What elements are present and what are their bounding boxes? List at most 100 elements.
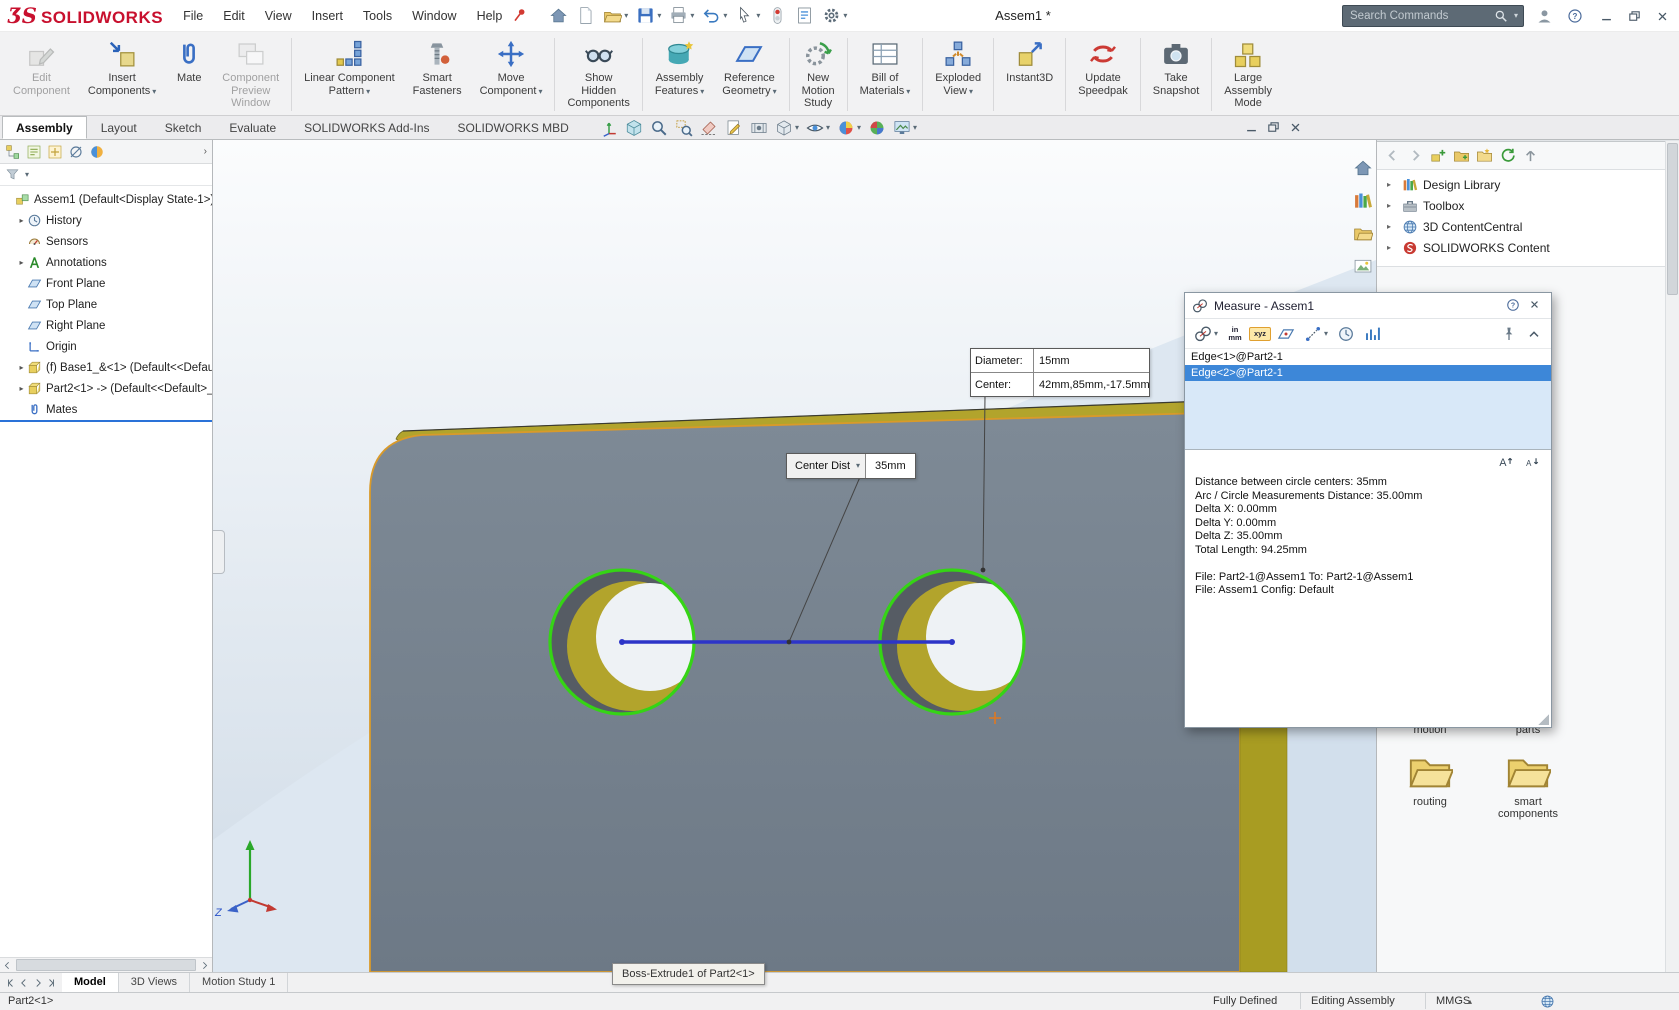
tree-item-assem1[interactable]: Assem1 (Default<Display State-1>) bbox=[0, 189, 212, 210]
part-front-face[interactable] bbox=[370, 412, 1240, 972]
bill-of-materials-button[interactable]: Bill of Materials▾ bbox=[852, 34, 919, 115]
propertymanager-icon[interactable] bbox=[26, 144, 42, 160]
assembly-features-button[interactable]: Assembly Features▾ bbox=[647, 34, 712, 115]
new-motion-study-button[interactable]: New Motion Study bbox=[794, 34, 843, 115]
measure-dialog-titlebar[interactable]: Measure - Assem1 ? bbox=[1185, 293, 1551, 319]
taskpane-item-toolbox[interactable]: ▸Toolbox bbox=[1377, 195, 1679, 216]
tab-evaluate[interactable]: Evaluate bbox=[215, 116, 290, 139]
nav-prev-icon[interactable] bbox=[18, 977, 30, 989]
select-button[interactable]: ▾ bbox=[732, 4, 763, 27]
search-caret-icon[interactable]: ▾ bbox=[1514, 12, 1518, 20]
tree-item-mates[interactable]: Mates bbox=[0, 399, 212, 422]
feature-tree-filter[interactable]: ▾ bbox=[0, 164, 212, 186]
film-button[interactable] bbox=[748, 118, 770, 138]
center-dist-dropdown[interactable]: Center Dist ▾ bbox=[787, 454, 866, 478]
scrollbar-thumb[interactable] bbox=[1667, 143, 1678, 295]
mate-button[interactable]: Mate bbox=[166, 34, 212, 115]
create-sensor-button[interactable] bbox=[1361, 322, 1385, 346]
units-caret-icon[interactable]: ▴ bbox=[1468, 997, 1472, 1006]
expand-arrow-icon[interactable]: ▸ bbox=[1387, 222, 1397, 231]
feature-tree-hscrollbar[interactable] bbox=[0, 957, 212, 972]
doc-window-close-icon[interactable] bbox=[1288, 120, 1303, 135]
units-button[interactable]: in mm bbox=[1224, 323, 1246, 345]
font-decrease-icon[interactable]: A bbox=[1524, 454, 1541, 471]
status-units-selector[interactable]: MMGS bbox=[1425, 993, 1470, 1009]
menu-view[interactable]: View bbox=[255, 0, 302, 32]
open-document-button[interactable]: ▾ bbox=[600, 4, 631, 27]
sketch-button[interactable] bbox=[723, 118, 745, 138]
insert-components-button[interactable]: Insert Components▾ bbox=[80, 34, 164, 115]
point-to-point-button[interactable]: ▾ bbox=[1301, 322, 1331, 346]
appearances-button[interactable]: ▾ bbox=[835, 118, 863, 138]
dialog-close-icon[interactable] bbox=[1528, 298, 1544, 314]
fm-tabs-chevron-icon[interactable]: › bbox=[204, 146, 207, 157]
search-input[interactable] bbox=[1348, 9, 1490, 23]
save-button[interactable]: ▾ bbox=[633, 4, 664, 27]
menu-tools[interactable]: Tools bbox=[353, 0, 402, 32]
orientation-triad-button[interactable] bbox=[598, 118, 620, 138]
nav-first-icon[interactable] bbox=[4, 977, 16, 989]
expand-arrow-icon[interactable]: ▸ bbox=[16, 384, 27, 393]
projected-on-button[interactable] bbox=[1274, 322, 1298, 346]
linear-component-pattern-button[interactable]: Linear Component Pattern▾ bbox=[296, 34, 403, 115]
expand-arrow-icon[interactable]: ▸ bbox=[16, 216, 27, 225]
home-icon[interactable] bbox=[1353, 158, 1373, 183]
large-assembly-mode-button[interactable]: Large Assembly Mode bbox=[1216, 34, 1280, 115]
new-folder-button[interactable] bbox=[1476, 147, 1493, 164]
dialog-collapse-button[interactable] bbox=[1523, 323, 1545, 345]
dialog-resize-grip[interactable] bbox=[1537, 713, 1549, 725]
move-component-button[interactable]: Move Component▾ bbox=[472, 34, 551, 115]
pin-menu-icon[interactable] bbox=[512, 7, 530, 25]
new-document-button[interactable] bbox=[573, 4, 598, 27]
xyz-button[interactable]: xyz bbox=[1249, 327, 1271, 341]
instant3d-button[interactable]: Instant3D bbox=[998, 34, 1061, 115]
search-icon[interactable] bbox=[1494, 9, 1508, 23]
menu-edit[interactable]: Edit bbox=[213, 0, 255, 32]
expand-arrow-icon[interactable]: ▸ bbox=[16, 363, 27, 372]
doc-window-restore-icon[interactable] bbox=[1266, 120, 1281, 135]
menu-help[interactable]: Help bbox=[467, 0, 513, 32]
dimxpertmanager-icon[interactable] bbox=[68, 144, 84, 160]
tab-assembly[interactable]: Assembly bbox=[2, 116, 87, 139]
tree-item-annotations[interactable]: ▸Annotations bbox=[0, 252, 212, 273]
taskpane-item-design-library[interactable]: ▸Design Library bbox=[1377, 174, 1679, 195]
measure-selection-list[interactable]: Edge<1>@Part2-1Edge<2>@Part2-1 bbox=[1185, 349, 1551, 450]
file-explorer-icon[interactable] bbox=[1353, 224, 1373, 249]
zoom-fit-button[interactable] bbox=[648, 118, 670, 138]
library-folder-smart-components[interactable]: smart components bbox=[1487, 748, 1569, 820]
back-button[interactable] bbox=[1384, 147, 1401, 164]
scene-button[interactable]: ▾ bbox=[891, 118, 919, 138]
smart-fasteners-button[interactable]: Smart Fasteners bbox=[405, 34, 470, 115]
tab-solidworks-mbd[interactable]: SOLIDWORKS MBD bbox=[444, 116, 583, 139]
rebuild-button[interactable] bbox=[765, 4, 790, 27]
selection-list-item[interactable]: Edge<1>@Part2-1 bbox=[1185, 349, 1551, 365]
home-button[interactable] bbox=[546, 4, 571, 27]
tree-item-right[interactable]: Right Plane bbox=[0, 315, 212, 336]
options-button[interactable]: ▾ bbox=[819, 4, 850, 27]
measure-history-button[interactable] bbox=[1334, 322, 1358, 346]
tab-solidworks-add-ins[interactable]: SOLIDWORKS Add-Ins bbox=[290, 116, 443, 139]
menu-insert[interactable]: Insert bbox=[302, 0, 353, 32]
add-to-library-button[interactable] bbox=[1430, 147, 1447, 164]
undo-button[interactable]: ▾ bbox=[699, 4, 730, 27]
add-file-location-button[interactable] bbox=[1453, 147, 1470, 164]
tree-item-part2-1[interactable]: ▸Part2<1> -> (Default<<Default>_ bbox=[0, 378, 212, 399]
expand-arrow-icon[interactable]: ▸ bbox=[1387, 243, 1397, 252]
zoom-area-button[interactable] bbox=[673, 118, 695, 138]
scrollbar-thumb[interactable] bbox=[16, 959, 196, 971]
scroll-left-icon[interactable] bbox=[0, 958, 15, 972]
nav-next-icon[interactable] bbox=[32, 977, 44, 989]
taskpane-item-solidworks-content[interactable]: ▸SOLIDWORKS Content bbox=[1377, 237, 1679, 258]
help-icon[interactable]: ? bbox=[1564, 5, 1586, 27]
up-arrow-button[interactable] bbox=[1522, 147, 1539, 164]
scroll-right-icon[interactable] bbox=[197, 958, 212, 972]
tree-item-front[interactable]: Front Plane bbox=[0, 273, 212, 294]
window-close-icon[interactable] bbox=[1651, 5, 1673, 27]
displaymanager-icon[interactable] bbox=[89, 144, 105, 160]
expand-arrow-icon[interactable]: ▸ bbox=[16, 258, 27, 267]
refresh-button[interactable] bbox=[1499, 147, 1516, 164]
featuremanager-tree-icon[interactable] bbox=[5, 144, 21, 160]
arc-circle-measure-button[interactable]: ▾ bbox=[1191, 322, 1221, 346]
forward-button[interactable] bbox=[1407, 147, 1424, 164]
window-restore-icon[interactable] bbox=[1623, 5, 1645, 27]
